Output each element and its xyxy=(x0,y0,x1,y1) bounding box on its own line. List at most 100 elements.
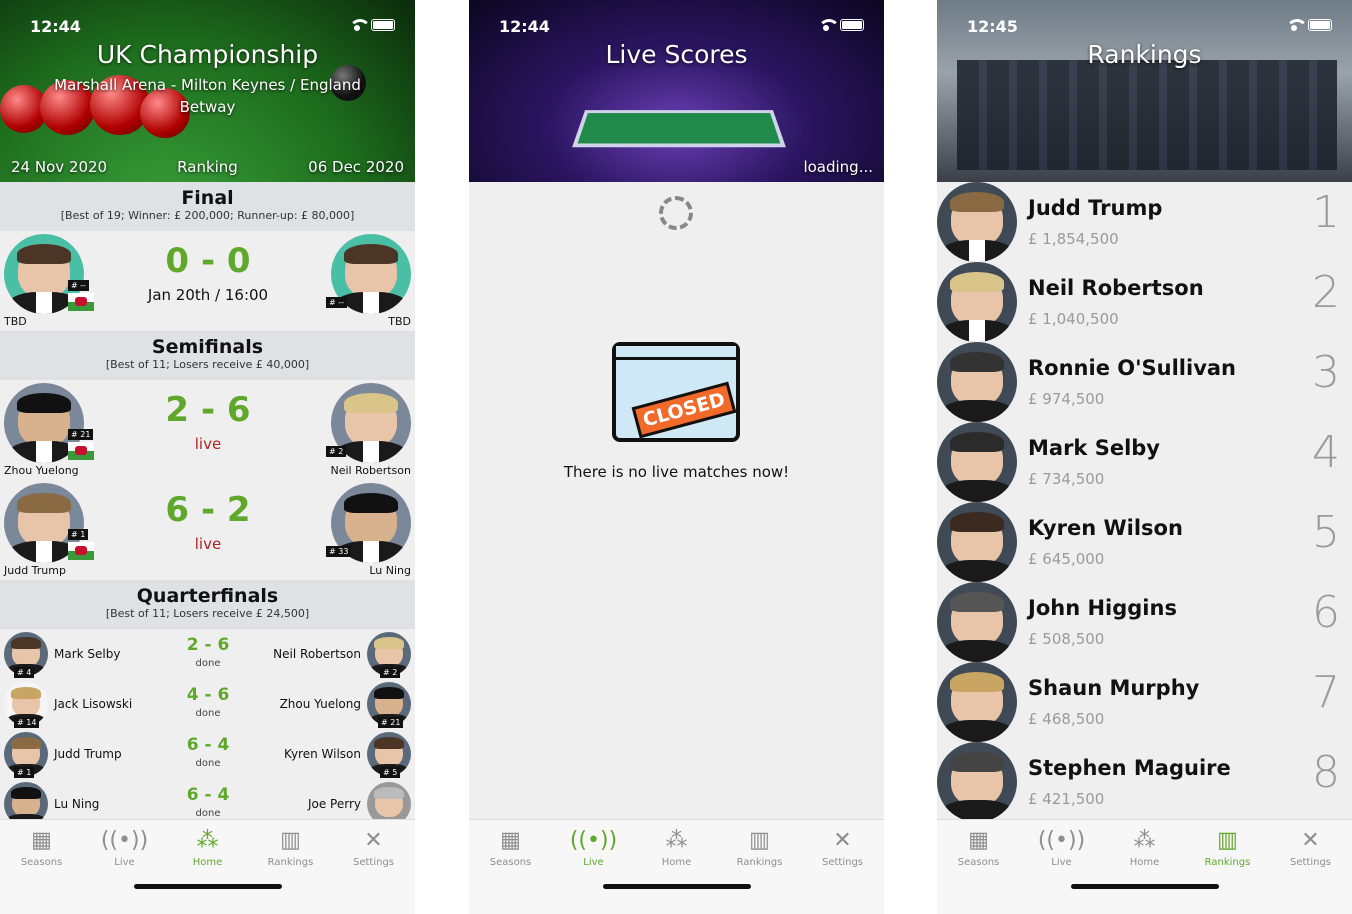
rank-badge: # 4 xyxy=(14,667,35,678)
ranking-row[interactable]: John Higgins £ 508,500 6 xyxy=(937,582,1352,662)
player-name: Stephen Maguire xyxy=(1028,756,1231,780)
match-score: 0 - 0 xyxy=(165,241,251,281)
tools-icon: ✕ xyxy=(364,828,383,853)
home-indicator[interactable] xyxy=(1071,884,1219,889)
home-indicator[interactable] xyxy=(603,884,751,889)
rank-badge: # 2 xyxy=(380,667,401,678)
player-name: TBD xyxy=(4,315,27,328)
semifinals-section-header: Semifinals [Best of 11; Losers receive £… xyxy=(0,331,415,380)
ranking-row[interactable]: Neil Robertson £ 1,040,500 2 xyxy=(937,262,1352,342)
player-avatar xyxy=(937,742,1017,822)
players-group-photo xyxy=(957,60,1337,170)
semifinal-match-row[interactable]: # 1 Judd Trump 6 - 2 live # 33 Lu Ning xyxy=(0,480,415,580)
broadcast-icon: ((•)) xyxy=(100,828,149,853)
player-name: Ronnie O'Sullivan xyxy=(1028,356,1237,380)
ranking-position: 2 xyxy=(1312,267,1340,318)
tab-settings[interactable]: ✕ Settings xyxy=(801,825,884,868)
tab-home[interactable]: ⁂ Home xyxy=(1103,825,1186,868)
tournament-venue: Marshall Arena - Milton Keynes / England xyxy=(54,76,361,94)
tournament-sponsor: Betway xyxy=(179,98,236,116)
tab-home[interactable]: ⁂ Home xyxy=(166,825,249,868)
player-prize: £ 645,000 xyxy=(1028,550,1105,568)
tab-rankings[interactable]: ▥ Rankings xyxy=(1186,825,1269,868)
match-score: 6 - 4 xyxy=(186,735,230,755)
tab-live[interactable]: ((•)) Live xyxy=(83,825,166,868)
match-score: 4 - 6 xyxy=(186,685,230,705)
match-status: live xyxy=(194,435,222,453)
calendar-icon: ▦ xyxy=(968,828,989,853)
empty-message: There is no live matches now! xyxy=(563,463,790,481)
player-avatar xyxy=(937,342,1017,422)
ranking-row[interactable]: Stephen Maguire £ 421,500 8 xyxy=(937,742,1352,822)
player-name: Neil Robertson xyxy=(330,464,411,477)
live-header: 12:44 Live Scores loading... xyxy=(469,0,884,182)
tab-rankings[interactable]: ▥ Rankings xyxy=(249,825,332,868)
ranking-row[interactable]: Judd Trump £ 1,854,500 1 xyxy=(937,182,1352,262)
ranking-row[interactable]: Shaun Murphy £ 468,500 7 xyxy=(937,662,1352,742)
tab-home[interactable]: ⁂ Home xyxy=(635,825,718,868)
final-match-row[interactable]: # -- TBD 0 - 0 Jan 20th / 16:00 # -- TBD xyxy=(0,231,415,331)
closed-sign-text: CLOSED xyxy=(631,381,737,439)
match-status: live xyxy=(194,535,222,553)
player-prize: £ 508,500 xyxy=(1028,630,1105,648)
player-prize: £ 974,500 xyxy=(1028,390,1105,408)
quarterfinal-match-row[interactable]: # 14 Jack Lisowski 4 - 6 done Zhou Yuelo… xyxy=(0,679,415,729)
rank-badge: # 21 xyxy=(68,429,94,440)
semifinal-match-row[interactable]: # 21 Zhou Yuelong 2 - 6 live # 2 Neil Ro… xyxy=(0,380,415,480)
player-name: Judd Trump xyxy=(54,747,122,761)
match-status: done xyxy=(195,708,221,719)
snooker-balls-icon: ⁂ xyxy=(196,828,219,853)
rank-badge: # 5 xyxy=(380,767,401,778)
wales-flag-icon xyxy=(68,293,94,311)
player-name: Judd Trump xyxy=(1028,196,1163,220)
player-name: Kyren Wilson xyxy=(283,747,361,761)
battery-icon xyxy=(840,19,864,31)
quarterfinals-section-header: Quarterfinals [Best of 11; Losers receiv… xyxy=(0,580,415,629)
tab-settings[interactable]: ✕ Settings xyxy=(1269,825,1352,868)
match-status: done xyxy=(195,658,221,669)
ranking-row[interactable]: Kyren Wilson £ 645,000 5 xyxy=(937,502,1352,582)
tab-seasons[interactable]: ▦ Seasons xyxy=(0,825,83,868)
player-name: Lu Ning xyxy=(54,797,100,811)
player-avatar xyxy=(937,422,1017,502)
tab-seasons[interactable]: ▦ Seasons xyxy=(937,825,1020,868)
player-name: Joe Perry xyxy=(307,797,361,811)
tab-live[interactable]: ((•)) Live xyxy=(552,825,635,868)
player-name: Neil Robertson xyxy=(273,647,361,661)
player-prize: £ 734,500 xyxy=(1028,470,1105,488)
snooker-balls-icon: ⁂ xyxy=(1133,828,1156,853)
quarterfinal-match-row[interactable]: # 1 Judd Trump 6 - 4 done Kyren Wilson #… xyxy=(0,729,415,779)
rank-badge: # 14 xyxy=(14,717,40,728)
rank-badge: # 1 xyxy=(14,767,35,778)
rank-badge: # 2 xyxy=(326,446,347,457)
match-score: 2 - 6 xyxy=(165,390,251,430)
ranking-position: 5 xyxy=(1312,507,1340,558)
match-score: 6 - 4 xyxy=(186,785,230,805)
rank-badge: # 33 xyxy=(326,546,352,557)
quarterfinal-match-row[interactable]: # 4 Mark Selby 2 - 6 done Neil Robertson… xyxy=(0,629,415,679)
tab-live[interactable]: ((•)) Live xyxy=(1020,825,1103,868)
tab-settings[interactable]: ✕ Settings xyxy=(332,825,415,868)
ranking-row[interactable]: Ronnie O'Sullivan £ 974,500 3 xyxy=(937,342,1352,422)
player-avatar xyxy=(937,662,1017,742)
spinner-icon xyxy=(659,196,693,230)
podium-icon: ▥ xyxy=(1217,828,1238,853)
player-prize: £ 468,500 xyxy=(1028,710,1105,728)
tournament-title: UK Championship xyxy=(96,40,319,69)
wifi-icon xyxy=(818,19,840,31)
tab-bar: ▦ Seasons ((•)) Live ⁂ Home ▥ Rankings ✕ Sett… xyxy=(937,819,1352,914)
player-avatar xyxy=(937,182,1017,262)
closed-sign-icon: CLOSED xyxy=(612,342,740,442)
ranking-row[interactable]: Mark Selby £ 734,500 4 xyxy=(937,422,1352,502)
tab-bar: ▦ Seasons ((•)) Live ⁂ Home ▥ Rankings ✕ Sett… xyxy=(0,819,415,914)
tournament-header: 12:44 UK Championship Marshall Arena - M… xyxy=(0,0,415,182)
tab-rankings[interactable]: ▥ Rankings xyxy=(718,825,801,868)
rank-badge: # 1 xyxy=(68,529,89,540)
section-title: Quarterfinals xyxy=(136,585,279,607)
ranking-position: 6 xyxy=(1312,587,1340,638)
section-title: Semifinals xyxy=(151,336,264,358)
ranking-position: 3 xyxy=(1312,347,1340,398)
home-indicator[interactable] xyxy=(134,884,282,889)
tab-seasons[interactable]: ▦ Seasons xyxy=(469,825,552,868)
match-status: done xyxy=(195,808,221,819)
